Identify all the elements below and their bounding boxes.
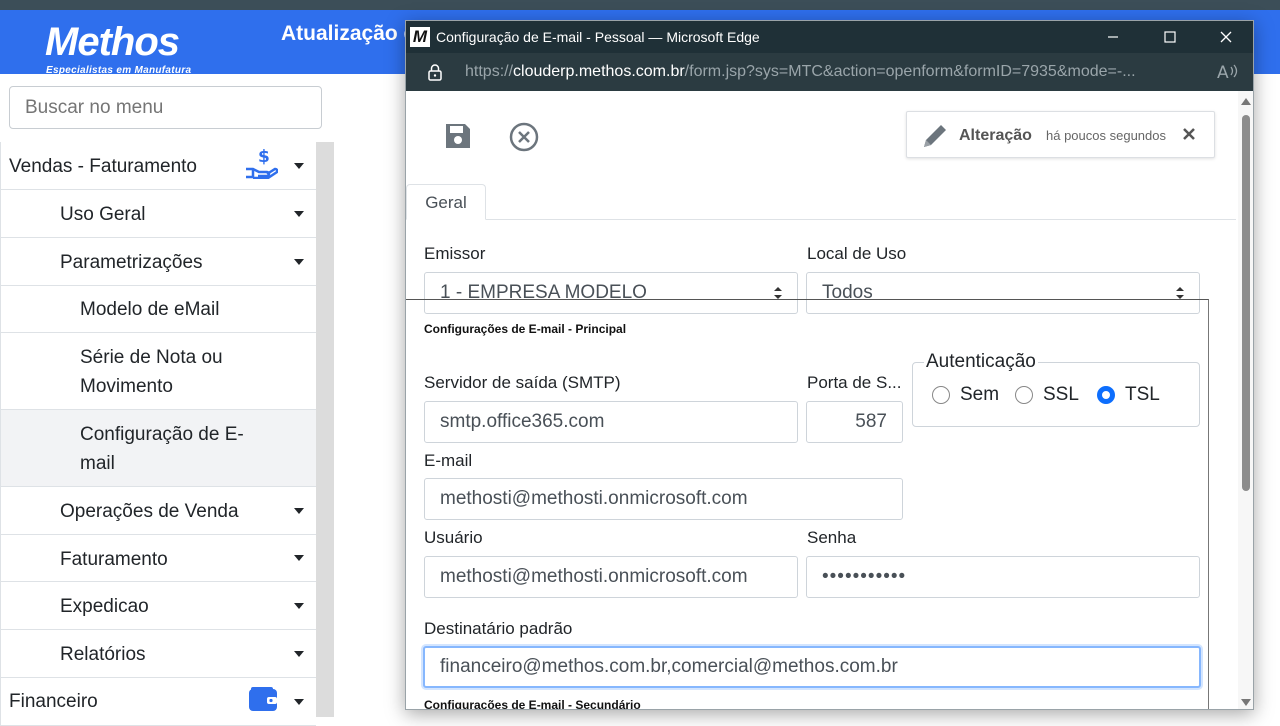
read-aloud-icon[interactable]: A xyxy=(1217,62,1239,82)
menu-item-expedicao[interactable]: Expedicao xyxy=(0,582,316,630)
menu-item-label: Uso Geral xyxy=(60,204,146,225)
maximize-icon xyxy=(1164,31,1176,43)
tabs-divider xyxy=(406,219,1236,220)
logo[interactable]: Methos xyxy=(45,22,180,62)
chevron-down-icon[interactable] xyxy=(294,210,304,217)
menu-item-label: Faturamento xyxy=(60,549,168,570)
chevron-down-icon[interactable] xyxy=(294,162,304,169)
menu-search-input[interactable] xyxy=(9,86,322,129)
sidebar-menu: Vendas - Faturamento $ Uso Geral Paramet… xyxy=(0,142,316,726)
scroll-down-icon[interactable] xyxy=(1241,699,1251,706)
menu-item-relatorios[interactable]: Relatórios xyxy=(0,630,316,678)
chevron-down-icon[interactable] xyxy=(294,698,304,705)
menu-item-label: Configuração de E-mail xyxy=(80,424,244,474)
select-arrows-icon xyxy=(1176,287,1184,299)
auth-label-tsl[interactable]: TSL xyxy=(1125,384,1160,406)
status-time: há poucos segundos xyxy=(1046,128,1166,143)
window-close-button[interactable] xyxy=(1203,21,1249,53)
money-hand-icon: $ xyxy=(244,147,279,185)
menu-item-operacoes-venda[interactable]: Operações de Venda xyxy=(0,487,316,535)
menu-item-configuracao-email[interactable]: Configuração de E-mail xyxy=(0,410,316,487)
chevron-down-icon[interactable] xyxy=(294,258,304,265)
usuario-label: Usuário xyxy=(424,528,483,547)
svg-text:$: $ xyxy=(258,147,270,167)
menu-item-parametrizacoes[interactable]: Parametrizações xyxy=(0,238,316,286)
menu-item-label: Parametrizações xyxy=(60,252,203,273)
menu-item-faturamento[interactable]: Faturamento xyxy=(0,535,316,582)
auth-label-sem[interactable]: Sem xyxy=(960,384,999,406)
menu-item-label: Operações de Venda xyxy=(60,501,239,522)
auth-radio-sem[interactable] xyxy=(932,386,950,404)
lock-icon[interactable] xyxy=(428,64,442,81)
select-arrows-icon xyxy=(774,287,782,299)
auth-label-ssl[interactable]: SSL xyxy=(1043,384,1079,406)
menu-item-serie-nota[interactable]: Série de Nota ou Movimento xyxy=(0,333,316,410)
auth-radio-tsl[interactable] xyxy=(1097,386,1115,404)
top-strip xyxy=(0,0,1280,10)
minimize-icon xyxy=(1108,36,1118,38)
cancel-icon[interactable] xyxy=(509,122,539,152)
smtp-label: Servidor de saída (SMTP) xyxy=(424,373,621,392)
chevron-down-icon[interactable] xyxy=(294,602,304,609)
smtp-input[interactable]: smtp.office365.com xyxy=(424,401,798,443)
window-scrollbar[interactable] xyxy=(1238,91,1253,709)
menu-item-label: Expedicao xyxy=(60,596,149,617)
destinatario-label: Destinatário padrão xyxy=(424,619,573,638)
form-content: Alteração há poucos segundos Geral Emiss… xyxy=(406,91,1240,710)
status-box: Alteração há poucos segundos xyxy=(906,111,1215,158)
senha-label: Senha xyxy=(807,528,857,547)
emissor-label: Emissor xyxy=(424,244,486,263)
pencil-icon xyxy=(924,125,946,147)
scroll-thumb[interactable] xyxy=(1242,115,1250,491)
window-title: Configuração de E-mail - Pessoal — Micro… xyxy=(436,29,760,45)
menu-item-vendas-faturamento[interactable]: Vendas - Faturamento $ xyxy=(0,142,316,190)
local-uso-label: Local de Uso xyxy=(807,244,907,263)
save-icon[interactable] xyxy=(444,122,472,150)
menu-item-uso-geral[interactable]: Uso Geral xyxy=(0,190,316,238)
window-titlebar[interactable]: M Configuração de E-mail - Pessoal — Mic… xyxy=(406,21,1253,53)
svg-text:A: A xyxy=(1217,63,1229,82)
chevron-down-icon[interactable] xyxy=(294,507,304,514)
status-label: Alteração xyxy=(959,127,1032,144)
menu-item-modelo-email[interactable]: Modelo de eMail xyxy=(0,286,316,333)
autenticacao-legend: Autenticação xyxy=(924,351,1038,373)
sidebar-scrollbar[interactable] xyxy=(316,142,334,717)
porta-input[interactable]: 587 xyxy=(806,401,903,443)
chevron-down-icon[interactable] xyxy=(294,555,304,561)
menu-item-financeiro[interactable]: Financeiro xyxy=(0,678,316,726)
edge-popup-window: M Configuração de E-mail - Pessoal — Mic… xyxy=(405,20,1254,710)
auth-radio-ssl[interactable] xyxy=(1015,386,1033,404)
logo-subtitle: Especialistas em Manufatura xyxy=(46,65,192,76)
maximize-button[interactable] xyxy=(1147,21,1193,53)
app-icon: M xyxy=(410,27,430,47)
scroll-up-icon[interactable] xyxy=(1241,98,1251,105)
minimize-button[interactable] xyxy=(1090,21,1136,53)
url-text[interactable]: https://clouderp.methos.com.br/form.jsp?… xyxy=(465,63,1205,81)
window-close-icon xyxy=(1220,31,1232,43)
usuario-input[interactable]: methosti@methosti.onmicrosoft.com xyxy=(424,556,798,598)
section-secundario-title: Configurações de E-mail - Secundário xyxy=(424,698,641,710)
porta-label: Porta de S... xyxy=(807,373,902,392)
address-bar[interactable]: https://clouderp.methos.com.br/form.jsp?… xyxy=(406,53,1253,91)
menu-item-label: Série de Nota ou Movimento xyxy=(80,347,223,397)
menu-item-label: Relatórios xyxy=(60,644,146,665)
email-input[interactable]: methosti@methosti.onmicrosoft.com xyxy=(424,478,903,520)
tab-geral[interactable]: Geral xyxy=(406,184,486,220)
email-label: E-mail xyxy=(424,451,473,470)
chevron-down-icon[interactable] xyxy=(294,650,304,657)
wallet-icon xyxy=(248,686,278,718)
senha-input[interactable]: ••••••••••• xyxy=(806,556,1200,598)
section-principal-title: Configurações de E-mail - Principal xyxy=(424,322,627,336)
menu-item-label: Modelo de eMail xyxy=(80,299,220,320)
close-icon[interactable] xyxy=(1182,127,1196,141)
destinatario-input[interactable]: financeiro@methos.com.br,comercial@metho… xyxy=(423,646,1201,688)
